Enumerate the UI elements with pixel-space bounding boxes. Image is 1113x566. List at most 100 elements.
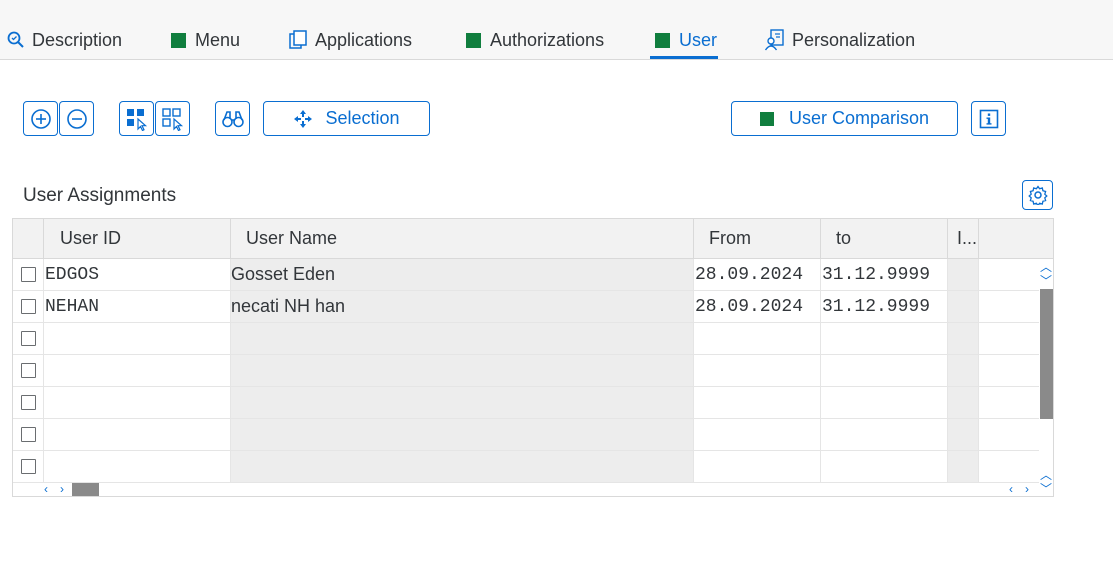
tab-applications[interactable]: Applications [288, 28, 412, 52]
tab-personalization[interactable]: Personalization [764, 28, 915, 52]
green-square-icon [466, 32, 481, 48]
user-assignments-table: User ID User Name From to I... EDGOS Goss… [12, 218, 1054, 497]
cell-indicator [948, 291, 979, 323]
scroll-down-icon[interactable]: ﹀ [1040, 275, 1052, 287]
cell-user-name [231, 323, 694, 355]
tab-bar: Description Menu Applications Authorizat… [0, 0, 1113, 60]
row-checkbox[interactable] [20, 267, 36, 282]
column-header-label: User ID [60, 228, 122, 248]
cell-to[interactable] [821, 355, 948, 387]
select-all-button[interactable] [119, 101, 154, 136]
row-selector-header[interactable] [13, 219, 44, 259]
cell-filler [979, 259, 1039, 291]
cell-user-id[interactable] [44, 451, 231, 483]
tab-authorizations[interactable]: Authorizations [466, 28, 604, 52]
selection-label: Selection [325, 108, 400, 128]
row-checkbox[interactable] [20, 363, 36, 378]
selection-button[interactable]: Selection [263, 101, 430, 136]
header-filler [979, 219, 1053, 259]
row-checkbox[interactable] [20, 299, 36, 314]
cell-user-name [231, 355, 694, 387]
tab-menu[interactable]: Menu [171, 28, 240, 52]
cell-user-name [231, 419, 694, 451]
cell-indicator [948, 323, 979, 355]
deselect-all-icon [161, 107, 183, 131]
cell-to[interactable]: 31.12.9999 [821, 291, 948, 323]
info-icon [979, 109, 998, 128]
cell-value: EDGOS [45, 264, 100, 285]
row-selector[interactable] [13, 451, 44, 483]
cell-to[interactable]: 31.12.9999 [821, 259, 948, 291]
user-comparison-label: User Comparison [788, 108, 930, 128]
cell-from[interactable] [694, 355, 821, 387]
cell-indicator [948, 259, 979, 291]
cell-value: Gosset Eden [231, 264, 336, 284]
binoculars-icon [221, 110, 244, 127]
cell-to[interactable] [821, 419, 948, 451]
row-checkbox[interactable] [20, 395, 36, 410]
cell-value: NEHAN [45, 296, 100, 317]
cell-from[interactable] [694, 451, 821, 483]
scroll-left-icon[interactable]: ‹ [44, 483, 48, 495]
cell-to[interactable] [821, 387, 948, 419]
column-header-label: I... [957, 228, 978, 248]
green-square-icon [759, 111, 774, 126]
row-checkbox[interactable] [20, 459, 36, 474]
column-header-to[interactable]: to [821, 219, 948, 259]
cell-indicator [948, 387, 979, 419]
scroll-up-icon[interactable]: ︿ [1040, 261, 1052, 273]
selection-arrows-icon [294, 109, 313, 128]
cell-from[interactable]: 28.09.2024 [694, 291, 821, 323]
tab-label: Description [32, 29, 123, 50]
row-selector[interactable] [13, 323, 44, 355]
minus-circle-icon [66, 108, 87, 129]
cell-user-id[interactable] [44, 355, 231, 387]
row-checkbox[interactable] [20, 331, 36, 346]
column-header-user-id[interactable]: User ID [44, 219, 231, 259]
gear-icon [1027, 185, 1048, 205]
tab-description[interactable]: Description [6, 28, 122, 52]
cell-indicator [948, 419, 979, 451]
find-button[interactable] [215, 101, 250, 136]
cell-user-id[interactable] [44, 387, 231, 419]
column-header-indicator[interactable]: I... [948, 219, 979, 259]
deselect-all-button[interactable] [155, 101, 190, 136]
cell-user-id[interactable] [44, 323, 231, 355]
cell-to[interactable] [821, 323, 948, 355]
scroll-up-icon[interactable]: ︿ [1040, 469, 1052, 481]
info-button[interactable] [971, 101, 1006, 136]
scroll-down-icon[interactable]: ﹀ [1040, 483, 1052, 495]
cell-from[interactable] [694, 419, 821, 451]
expand-button[interactable] [23, 101, 58, 136]
cell-to[interactable] [821, 451, 948, 483]
scroll-right-icon[interactable]: › [60, 483, 64, 495]
copy-pages-icon [289, 29, 307, 49]
tab-label: Applications [315, 29, 413, 50]
tab-user[interactable]: User [655, 28, 717, 52]
cell-user-id[interactable]: EDGOS [44, 259, 231, 291]
table-settings-button[interactable] [1022, 180, 1053, 210]
column-header-user-name[interactable]: User Name [231, 219, 694, 259]
scroll-right-icon[interactable]: › [1025, 483, 1029, 495]
row-selector[interactable] [13, 419, 44, 451]
cell-user-id[interactable] [44, 419, 231, 451]
vertical-scrollbar-thumb[interactable] [1040, 289, 1053, 419]
scroll-left-icon[interactable]: ‹ [1009, 483, 1013, 495]
row-selector[interactable] [13, 387, 44, 419]
collapse-button[interactable] [59, 101, 94, 136]
row-checkbox[interactable] [20, 427, 36, 442]
column-header-label: From [709, 228, 751, 248]
plus-circle-icon [30, 108, 51, 129]
row-selector[interactable] [13, 355, 44, 387]
horizontal-scrollbar-thumb[interactable] [72, 483, 99, 496]
cell-value: 28.09.2024 [695, 264, 804, 285]
cell-from[interactable] [694, 387, 821, 419]
row-selector[interactable] [13, 291, 44, 323]
column-header-from[interactable]: From [694, 219, 821, 259]
user-comparison-button[interactable]: User Comparison [731, 101, 958, 136]
cell-user-id[interactable]: NEHAN [44, 291, 231, 323]
cell-from[interactable]: 28.09.2024 [694, 259, 821, 291]
cell-from[interactable] [694, 323, 821, 355]
row-selector[interactable] [13, 259, 44, 291]
cell-filler [979, 419, 1039, 451]
